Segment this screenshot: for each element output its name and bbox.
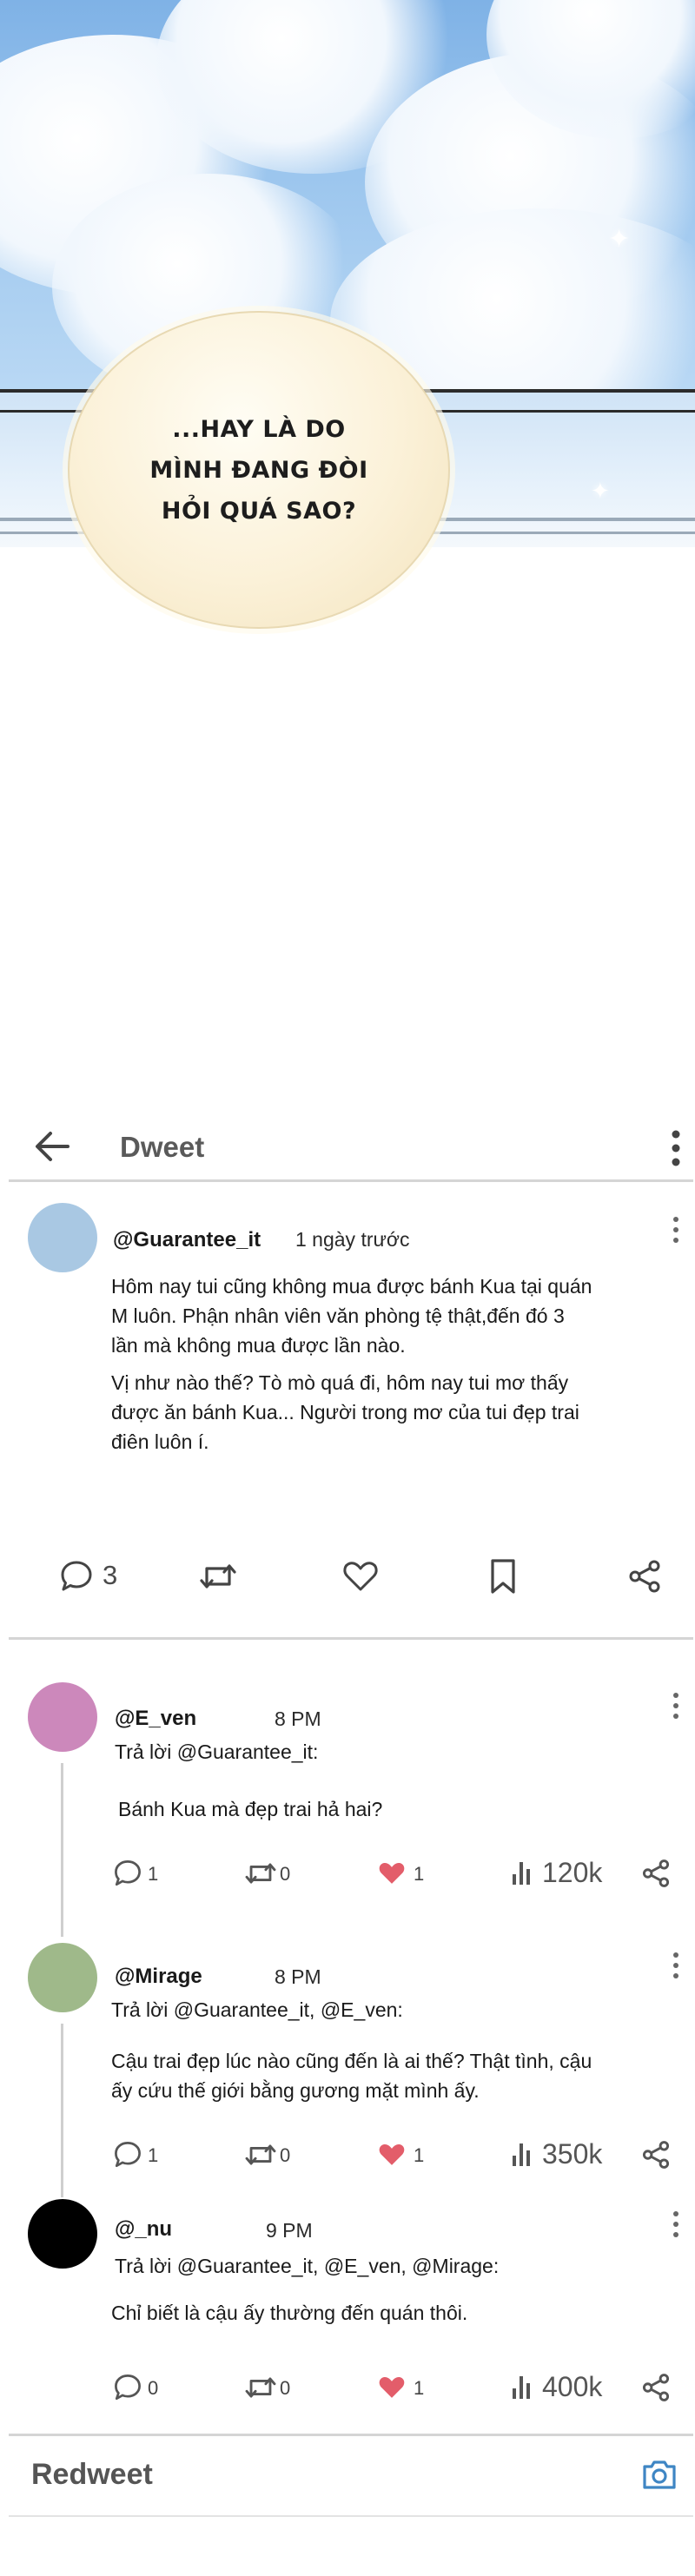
divider: [9, 1179, 693, 1182]
reply-time: 9 PM: [266, 2219, 313, 2242]
repeat-icon[interactable]: [243, 1859, 278, 1887]
repeat-icon[interactable]: [243, 2141, 278, 2169]
avatar[interactable]: [28, 1943, 97, 2012]
share-icon[interactable]: [641, 2140, 671, 2170]
divider: [9, 2515, 693, 2517]
repeat-icon[interactable]: [243, 2374, 278, 2401]
thread-line: [61, 2024, 63, 2197]
heart-icon[interactable]: [377, 2375, 407, 2401]
sparkle-icon: ✦: [591, 478, 610, 504]
post-text-line: lần mà không mua được lần nào.: [111, 1334, 406, 1357]
camera-icon[interactable]: [641, 2458, 678, 2491]
more-vertical-icon[interactable]: [671, 1692, 681, 1720]
post-text-line: được ăn bánh Kua... Người trong mơ của t…: [111, 1401, 579, 1423]
reply-to: Trả lời @Guarantee_it, @E_ven:: [111, 1998, 403, 2021]
post-handle[interactable]: @Guarantee_it: [113, 1228, 261, 1252]
comment-icon[interactable]: [113, 2140, 142, 2170]
repeat-icon[interactable]: [198, 1560, 238, 1593]
share-icon[interactable]: [641, 1859, 671, 1888]
bookmark-icon[interactable]: [488, 1558, 518, 1595]
reply-time: 8 PM: [275, 1707, 321, 1730]
redweet-count: 0: [280, 1863, 291, 1885]
share-icon[interactable]: [627, 1559, 662, 1594]
comment-count: 0: [148, 2377, 159, 2399]
heart-icon[interactable]: [377, 1860, 407, 1886]
redweet-title: Redweet: [31, 2458, 153, 2491]
page-title: Dweet: [120, 1131, 205, 1163]
avatar[interactable]: [28, 1682, 97, 1752]
comment-count: 3: [103, 1560, 118, 1590]
comment-icon[interactable]: [113, 2373, 142, 2402]
post-text-line: M luôn. Phận nhân viên văn phòng tệ thật…: [111, 1305, 565, 1327]
more-vertical-icon[interactable]: [671, 1952, 681, 1979]
share-icon[interactable]: [641, 2373, 671, 2402]
comment-icon[interactable]: [113, 1859, 142, 1888]
reply-handle[interactable]: @Mirage: [115, 1965, 202, 1989]
bubble-text: MÌNH ĐANG ĐÒI: [149, 456, 368, 484]
post-text-line: Vị như nào thế? Tò mò quá đi, hôm nay tu…: [111, 1371, 569, 1394]
views-count: 350k: [542, 2138, 603, 2170]
divider: [9, 1637, 693, 1640]
reply-text-line: Bánh Kua mà đẹp trai hả hai?: [118, 1798, 383, 1820]
post-time: 1 ngày trước: [295, 1228, 410, 1251]
heart-icon[interactable]: [342, 1560, 379, 1593]
views-count: 400k: [542, 2371, 603, 2402]
reply-text-line: Chỉ biết là cậu ấy thường đến quán thôi.: [111, 2302, 468, 2324]
views-count: 120k: [542, 1857, 603, 1888]
post-text-line: điên luôn í.: [111, 1430, 209, 1453]
divider: [9, 2434, 693, 2436]
thread-line: [61, 1763, 63, 1937]
app-bar: Dweet: [0, 1112, 695, 1181]
avatar[interactable]: [28, 1203, 97, 1272]
speech-bubble: ...HAY LÀ DO MÌNH ĐANG ĐÒI HỎI QUÁ SAO?: [68, 311, 450, 629]
post-text-line: Hôm nay tui cũng không mua được bánh Kua…: [111, 1275, 592, 1298]
like-count: 1: [414, 2377, 425, 2399]
bar-chart-icon: [513, 2143, 530, 2166]
sparkle-icon: ✦: [608, 225, 631, 254]
reply-text-line: Cậu trai đẹp lúc nào cũng đến là ai thế?…: [111, 2050, 592, 2072]
reply-to: Trả lời @Guarantee_it, @E_ven, @Mirage:: [115, 2255, 500, 2277]
avatar[interactable]: [28, 2199, 97, 2269]
reply-to: Trả lời @Guarantee_it:: [115, 1740, 319, 1763]
comment-count: 1: [148, 2144, 159, 2166]
more-vertical-icon[interactable]: [671, 1216, 681, 1244]
redweet-count: 0: [280, 2144, 291, 2166]
more-vertical-icon[interactable]: [671, 2210, 681, 2238]
bubble-text: HỎI QUÁ SAO?: [161, 497, 357, 525]
reply-handle[interactable]: @_nu: [115, 2217, 172, 2242]
more-vertical-icon[interactable]: [667, 1129, 685, 1167]
arrow-left-icon[interactable]: [33, 1129, 71, 1164]
like-count: 1: [414, 2144, 425, 2166]
reply-text-line: ấy cứu thế giới bằng gương mặt mình ấy.: [111, 2079, 480, 2102]
reply-handle[interactable]: @E_ven: [115, 1707, 196, 1731]
like-count: 1: [414, 1863, 425, 1885]
comment-count: 1: [148, 1863, 159, 1885]
redweet-count: 0: [280, 2377, 291, 2399]
reply-time: 8 PM: [275, 1965, 321, 1988]
bar-chart-icon: [513, 2376, 530, 2399]
comment-icon[interactable]: [59, 1559, 94, 1594]
bubble-text: ...HAY LÀ DO: [172, 415, 346, 443]
bar-chart-icon: [513, 1862, 530, 1885]
heart-icon[interactable]: [377, 2142, 407, 2168]
